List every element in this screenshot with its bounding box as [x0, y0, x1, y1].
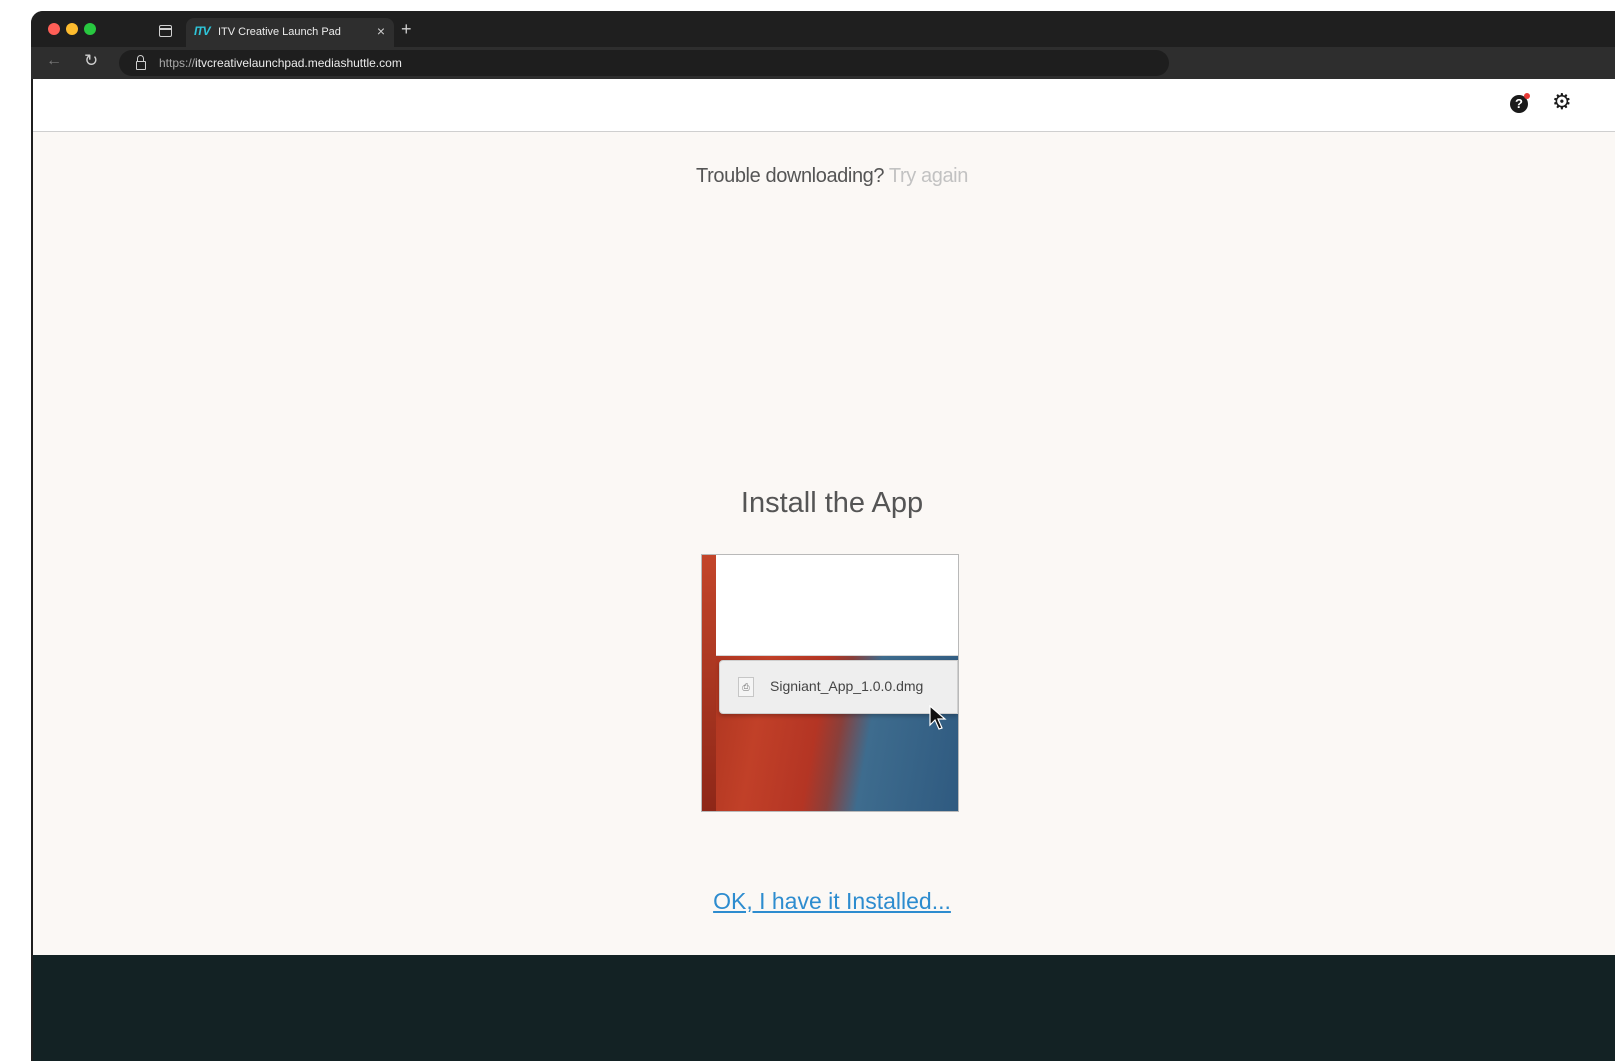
reload-icon[interactable]: ↻ [84, 51, 98, 71]
minimize-window-button[interactable] [66, 23, 78, 35]
install-preview-image: ⎙ Signiant_App_1.0.0.dmg [701, 554, 959, 812]
url-text[interactable]: https://itvcreativelaunchpad.mediashuttl… [159, 56, 402, 70]
favicon-text: ITV [194, 24, 211, 38]
wallpaper-strip [702, 555, 716, 811]
new-tab-icon[interactable]: + [401, 20, 412, 38]
browser-window: ITV ITV Creative Launch Pad × + ← ↻ http… [31, 11, 1615, 1061]
help-glyph: ? [1515, 96, 1523, 111]
mouse-cursor-icon [929, 705, 947, 730]
maximize-window-button[interactable] [84, 23, 96, 35]
page-content: ? ⚙ Trouble downloading? Try again Insta… [33, 79, 1615, 1061]
preview-browser-window [716, 555, 958, 656]
tab-title: ITV Creative Launch Pad [218, 26, 341, 38]
help-icon[interactable]: ? [1510, 93, 1530, 113]
tab-itv-creative-launch-pad[interactable]: ITV ITV Creative Launch Pad × [186, 18, 394, 47]
url-protocol: https:// [159, 56, 196, 70]
trouble-text: Trouble downloading? [696, 165, 885, 187]
download-file-name: Signiant_App_1.0.0.dmg [770, 678, 924, 694]
page-footer [33, 955, 1615, 1061]
close-window-button[interactable] [48, 23, 60, 35]
dmg-file-icon: ⎙ [738, 677, 754, 697]
gear-icon[interactable]: ⚙ [1552, 91, 1572, 113]
itv-favicon-icon: ITV [194, 24, 211, 38]
browser-toolbar: ← ↻ https://itvcreativelaunchpad.mediash… [31, 47, 1615, 79]
trouble-downloading-message: Trouble downloading? Try again [33, 165, 1615, 188]
tab-bar: ITV ITV Creative Launch Pad × + [31, 11, 1615, 47]
try-again-link[interactable]: Try again [889, 165, 968, 187]
url-host: itvcreativelaunchpad.mediashuttle.com [195, 56, 402, 70]
installed-confirm-link[interactable]: OK, I have it Installed... [33, 888, 1615, 915]
lock-icon[interactable] [136, 55, 146, 70]
tab-close-icon[interactable]: × [377, 24, 385, 38]
install-title: Install the App [740, 487, 924, 519]
address-bar[interactable]: https://itvcreativelaunchpad.mediashuttl… [119, 50, 1169, 76]
notification-dot-icon [1524, 93, 1530, 99]
page-header: ? ⚙ [33, 79, 1615, 132]
download-item: ⎙ Signiant_App_1.0.0.dmg [719, 660, 958, 714]
back-arrow-icon[interactable]: ← [46, 52, 62, 70]
sidebar-toggle-icon[interactable] [159, 25, 172, 37]
